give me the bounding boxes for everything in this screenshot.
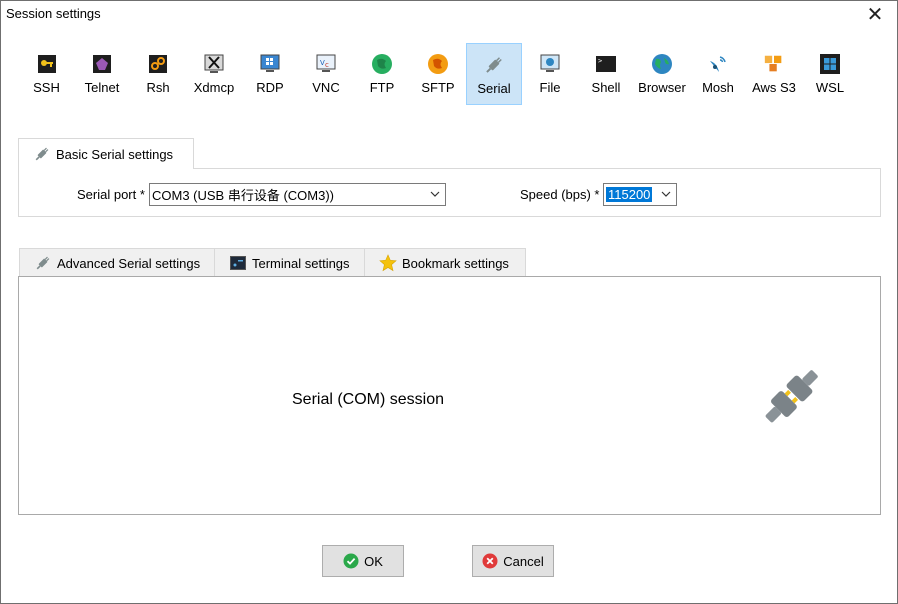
rsh-icon (147, 53, 169, 75)
tab-label: Bookmark settings (402, 255, 509, 271)
serial-port-label: Serial port * (77, 187, 145, 202)
shell-icon: > (595, 53, 617, 75)
tool-label: Serial (477, 81, 511, 96)
close-icon: ✕ (866, 4, 884, 26)
tool-label: VNC (312, 80, 340, 95)
session-type-toolbar: SSH Telnet Rsh Xdmcp RDP V c VNC FTP SFT… (19, 43, 858, 105)
rdp-icon (259, 53, 281, 75)
tab-label: Terminal settings (252, 255, 350, 271)
tab-label: Basic Serial settings (56, 146, 174, 162)
tool-label: RDP (256, 80, 284, 95)
tab-terminal-settings[interactable]: Terminal settings (214, 248, 365, 278)
tool-shell[interactable]: > Shell (578, 43, 634, 105)
chevron-down-icon (429, 187, 441, 201)
tool-label: FTP (369, 80, 395, 95)
key-icon (36, 53, 58, 75)
tab-label: Advanced Serial settings (57, 255, 201, 271)
session-description: Serial (COM) session (292, 391, 445, 408)
xdmcp-icon (203, 53, 225, 75)
aws-s3-icon (763, 53, 785, 75)
basic-serial-settings-panel: Serial port * COM3 (USB 串行设备 (COM3)) Spe… (18, 168, 881, 217)
ok-button[interactable]: OK (322, 545, 404, 577)
tool-sftp[interactable]: SFTP (410, 43, 466, 105)
close-button[interactable]: ✕ (853, 1, 897, 28)
tool-file[interactable]: File (522, 43, 578, 105)
speed-label: Speed (bps) * (520, 187, 600, 202)
tool-telnet[interactable]: Telnet (74, 43, 130, 105)
cancel-button[interactable]: Cancel (472, 545, 554, 577)
tool-label: SFTP (421, 80, 455, 95)
session-info-panel: Serial (COM) session (18, 276, 881, 515)
tool-xdmcp[interactable]: Xdmcp (186, 43, 242, 105)
speed-value: 115200 (606, 187, 653, 202)
tool-mosh[interactable]: Mosh (690, 43, 746, 105)
session-settings-window: Session settings ✕ SSH Telnet Rsh Xdmcp … (0, 0, 898, 604)
tool-label: SSH (33, 80, 60, 95)
check-circle-icon (343, 553, 359, 569)
serial-port-value: COM3 (USB 串行设备 (COM3)) (152, 188, 335, 203)
chevron-down-icon (660, 187, 672, 201)
tool-wsl[interactable]: WSL (802, 43, 858, 105)
speed-select[interactable]: 115200 (603, 183, 677, 206)
tab-bookmark-settings[interactable]: Bookmark settings (364, 248, 526, 278)
tool-label: Rsh (146, 80, 170, 95)
globe-icon (651, 53, 673, 75)
tool-label: Shell (591, 80, 621, 95)
plug-icon (33, 145, 51, 163)
tool-serial[interactable]: Serial (466, 43, 522, 105)
tool-ftp[interactable]: FTP (354, 43, 410, 105)
title-bar: Session settings ✕ (1, 1, 897, 29)
ftp-icon (371, 53, 393, 75)
tool-ssh[interactable]: SSH (19, 43, 74, 105)
tool-label: Aws S3 (752, 80, 796, 95)
serial-port-select[interactable]: COM3 (USB 串行设备 (COM3)) (149, 183, 446, 206)
plug-icon (34, 254, 52, 272)
windows-icon (819, 53, 841, 75)
terminal-icon (229, 254, 247, 272)
tool-label: WSL (815, 80, 845, 95)
tool-label: Telnet (84, 80, 120, 95)
telnet-icon (91, 53, 113, 75)
satellite-icon (707, 53, 729, 75)
svg-text:>: > (598, 57, 602, 65)
serial-plug-icon (755, 361, 827, 433)
tool-aws-s3[interactable]: Aws S3 (746, 43, 802, 105)
sftp-icon (427, 53, 449, 75)
tab-advanced-serial-settings[interactable]: Advanced Serial settings (19, 248, 215, 278)
tool-label: Browser (638, 80, 686, 95)
vnc-icon: Vc (315, 53, 337, 75)
cancel-circle-icon (482, 553, 498, 569)
tool-label: File (539, 80, 561, 95)
ok-label: OK (364, 553, 383, 569)
cancel-label: Cancel (503, 553, 544, 569)
svg-text:c: c (325, 61, 329, 69)
tool-label: Xdmcp (193, 80, 235, 95)
tool-rdp[interactable]: RDP (242, 43, 298, 105)
window-title: Session settings (6, 6, 101, 21)
star-icon (379, 254, 397, 272)
tool-browser[interactable]: Browser (634, 43, 690, 105)
tool-vnc[interactable]: Vc VNC (298, 43, 354, 105)
tab-basic-serial-settings[interactable]: Basic Serial settings (18, 138, 194, 169)
tool-rsh[interactable]: Rsh (130, 43, 186, 105)
plug-icon (483, 54, 505, 76)
file-icon (539, 53, 561, 75)
tool-label: Mosh (702, 80, 734, 95)
